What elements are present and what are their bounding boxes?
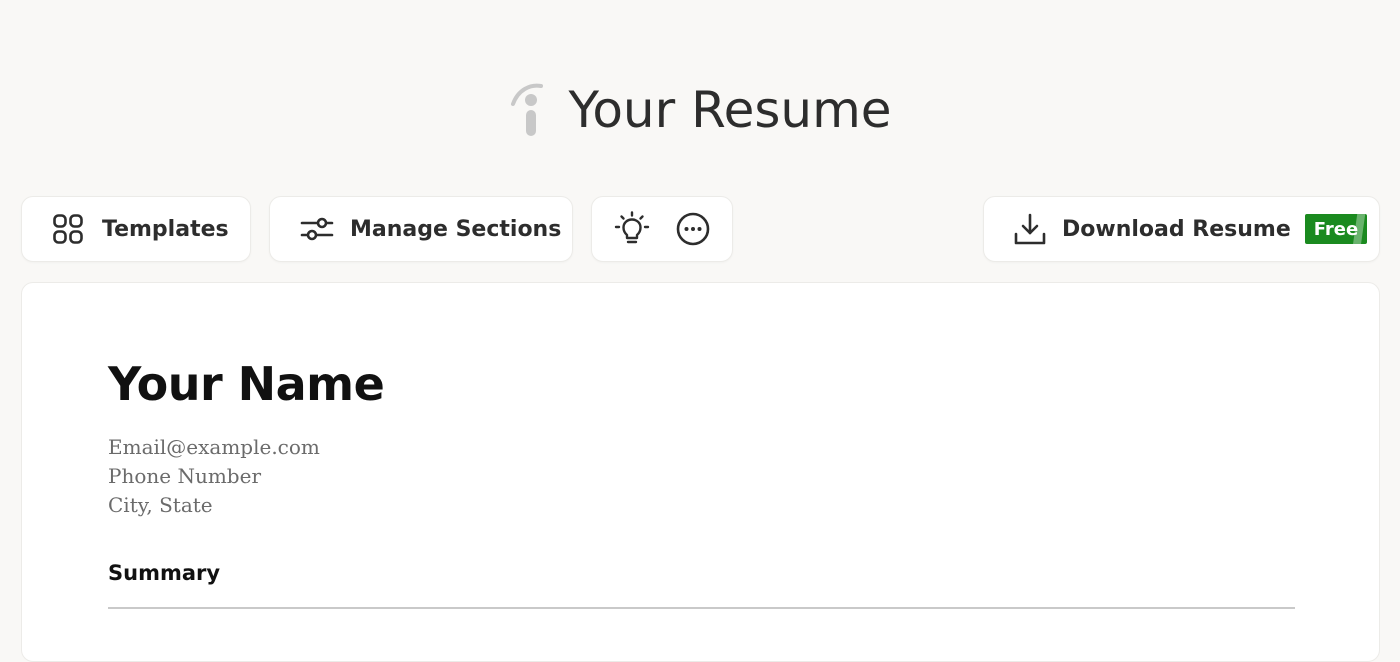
summary-section-title[interactable]: Summary — [108, 561, 220, 585]
download-icon — [1014, 213, 1046, 245]
page-header: Your Resume — [0, 60, 1400, 160]
icon-button-group — [591, 196, 733, 262]
manage-sections-button[interactable]: Manage Sections — [269, 196, 573, 262]
section-divider — [108, 607, 1295, 609]
resume-toolbar: Templates Manage Sections Download Resum… — [21, 196, 1380, 264]
location-text: City, State — [108, 493, 213, 517]
resume-document: Your Name Email@example.com Phone Number… — [21, 282, 1380, 662]
templates-button[interactable]: Templates — [21, 196, 251, 262]
more-options-icon[interactable] — [676, 212, 710, 246]
grid-icon — [52, 213, 84, 245]
download-resume-label: Download Resume — [1062, 216, 1291, 242]
download-resume-button[interactable]: Download Resume Free — [983, 196, 1380, 262]
free-badge: Free — [1304, 214, 1367, 244]
page-title: Your Resume — [568, 81, 892, 139]
email-text: Email@example.com — [108, 435, 320, 459]
indeed-logo-icon — [508, 82, 548, 138]
lightbulb-icon[interactable] — [614, 211, 650, 247]
manage-sections-label: Manage Sections — [350, 216, 562, 242]
sliders-icon — [300, 215, 334, 243]
phone-text: Phone Number — [108, 464, 261, 488]
contact-info[interactable]: Email@example.com Phone Number City, Sta… — [108, 433, 320, 520]
resume-name[interactable]: Your Name — [108, 361, 385, 407]
templates-label: Templates — [102, 216, 229, 242]
